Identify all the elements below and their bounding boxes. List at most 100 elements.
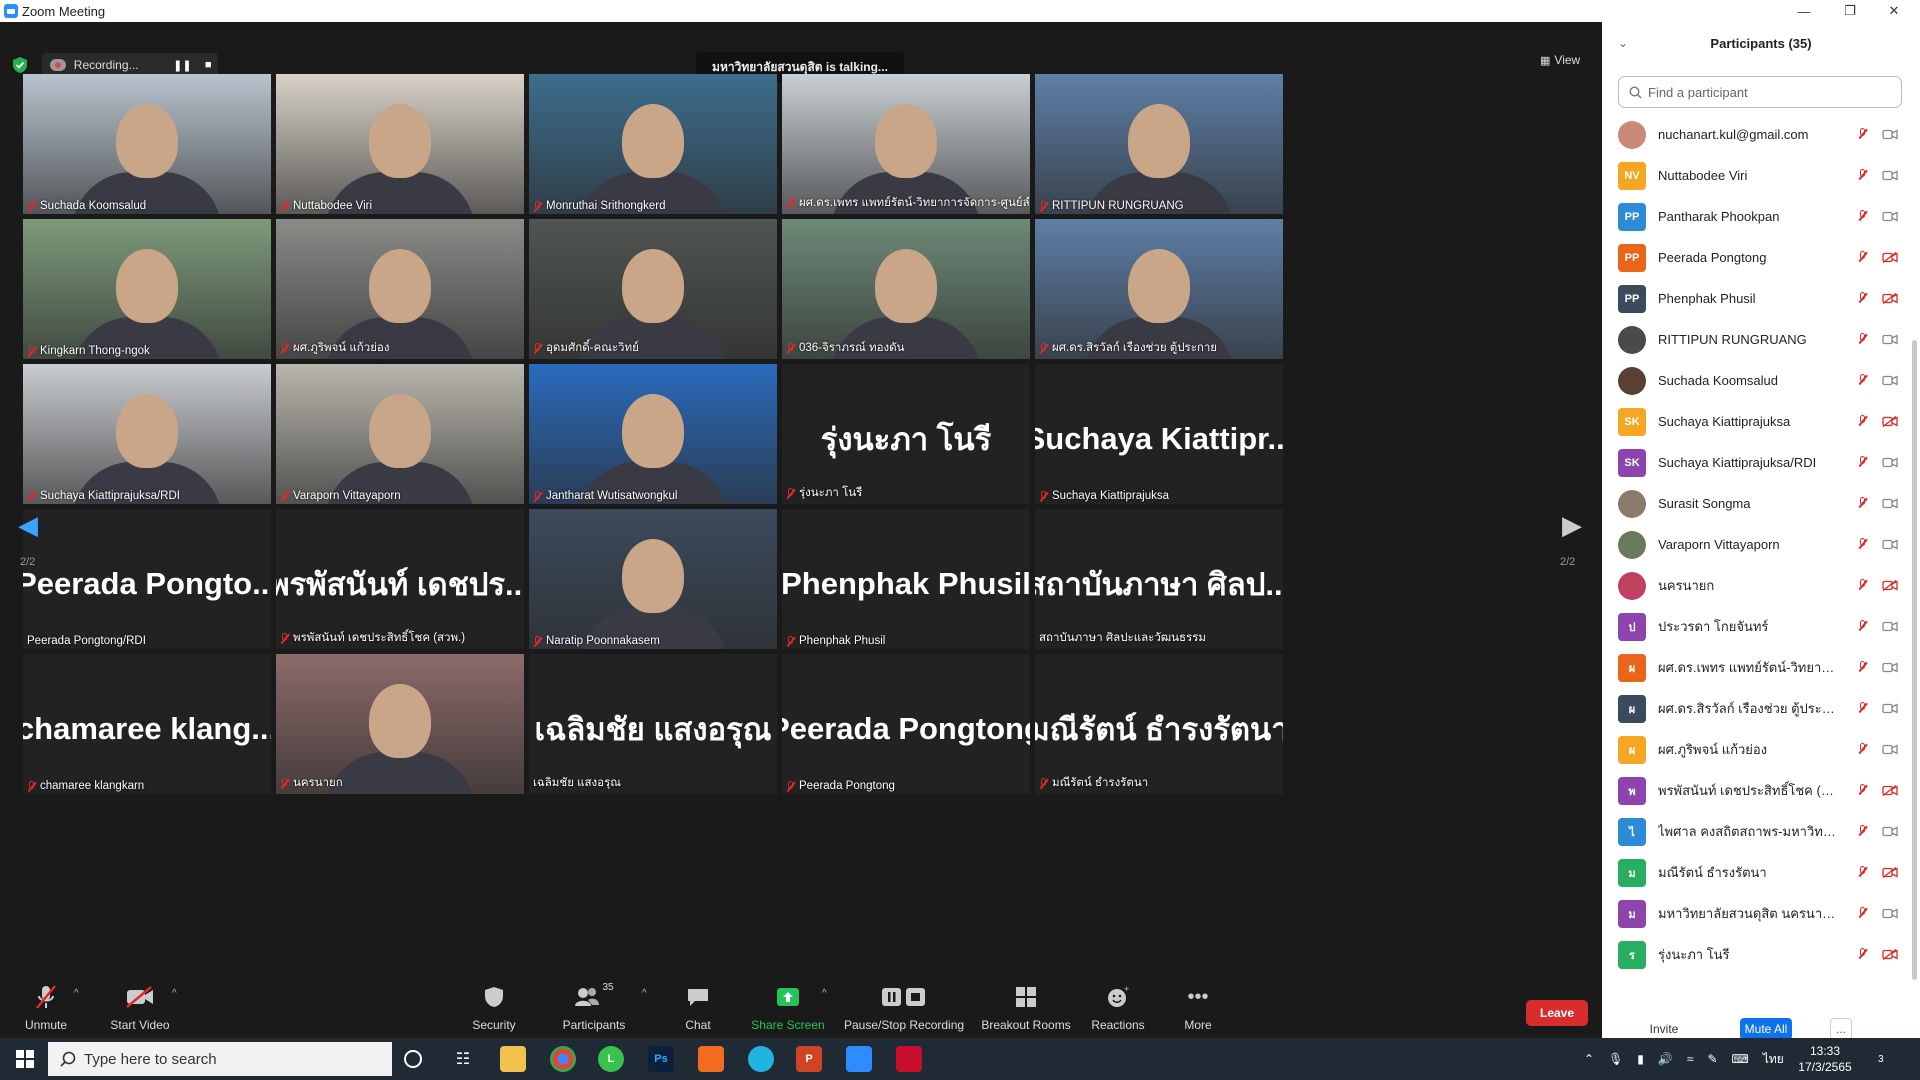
muted-mic-icon[interactable]	[1858, 333, 1867, 344]
tray-mic-icon[interactable]: 🎙	[1608, 1052, 1623, 1066]
participant-row[interactable]: ผ ผศ.ภูริพจน์ แก้วย่อง	[1618, 729, 1902, 770]
muted-mic-icon[interactable]	[1858, 497, 1867, 508]
participant-tile[interactable]: Suchaya Kiattipr... Suchaya Kiattiprajuks…	[1035, 364, 1283, 504]
muted-mic-icon[interactable]	[1858, 456, 1867, 467]
participant-tile[interactable]: Phenphak Phusil Phenphak Phusil	[782, 509, 1030, 649]
zoom-taskbar-icon[interactable]	[846, 1046, 872, 1072]
participants-caret-icon[interactable]: ^	[642, 988, 647, 999]
view-button[interactable]: ▦ View	[1540, 50, 1590, 70]
video-camera-icon[interactable]	[1882, 744, 1898, 755]
participant-tile[interactable]: Suchaya Kiattiprajuksa/RDI	[23, 364, 271, 504]
cortana-icon[interactable]	[404, 1050, 422, 1068]
participant-tile[interactable]: Nuttabodee Viri	[276, 74, 524, 214]
muted-mic-icon[interactable]	[1858, 579, 1867, 590]
photoshop-icon[interactable]: Ps	[648, 1046, 674, 1072]
leave-button[interactable]: Leave	[1526, 1000, 1588, 1026]
participant-tile[interactable]: เฉลิมชัย แสงอรุณ เฉลิมชัย แสงอรุณ	[529, 654, 777, 794]
keyboard-icon[interactable]: ⌨	[1732, 1052, 1749, 1066]
unmute-button[interactable]: Unmute	[18, 976, 74, 1038]
participant-row[interactable]: SK Suchaya Kiattiprajuksa	[1618, 401, 1902, 442]
participant-row[interactable]: ม มหาวิทยาลัยสวนดุสิต นครนายก	[1618, 893, 1902, 934]
muted-mic-icon[interactable]	[1858, 210, 1867, 221]
wifi-icon[interactable]: ≈	[1687, 1052, 1694, 1066]
video-camera-icon[interactable]	[1882, 375, 1898, 386]
participant-tile[interactable]: ผศ.ภูริพจน์ แก้วย่อง	[276, 219, 524, 359]
pause-recording-icon[interactable]: ❚❚	[173, 55, 193, 75]
task-view-icon[interactable]: ☷	[450, 1046, 476, 1072]
muted-mic-icon[interactable]	[1858, 661, 1867, 672]
more-button[interactable]: ••• More	[1178, 976, 1218, 1038]
muted-mic-icon[interactable]	[1858, 702, 1867, 713]
muted-mic-icon[interactable]	[1858, 784, 1867, 795]
video-camera-icon[interactable]	[1882, 703, 1898, 714]
participant-tile[interactable]: Peerada Pongto... Peerada Pongtong/RDI	[23, 509, 271, 649]
participant-row[interactable]: Suchada Koomsalud	[1618, 360, 1902, 401]
participant-tile[interactable]: สถาบันภาษา ศิลป... สถาบันภาษา ศิลปะและวัฒ…	[1035, 509, 1283, 649]
taskbar-search-input[interactable]: Type here to search	[48, 1042, 392, 1076]
participant-row[interactable]: นครนายก	[1618, 565, 1902, 606]
participant-tile[interactable]: อุดมศักดิ์-คณะวิทย์	[529, 219, 777, 359]
participant-row[interactable]: PP Peerada Pongtong	[1618, 237, 1902, 278]
battery-icon[interactable]: ▮	[1637, 1052, 1644, 1066]
pause-stop-recording-button[interactable]: Pause/Stop Recording	[844, 976, 964, 1038]
muted-mic-icon[interactable]	[1858, 169, 1867, 180]
volume-icon[interactable]: 🔊	[1658, 1052, 1673, 1066]
tray-chevron-icon[interactable]: ⌃	[1584, 1052, 1594, 1066]
video-camera-icon[interactable]	[1882, 621, 1898, 632]
video-camera-icon[interactable]	[1882, 908, 1898, 919]
acrobat-icon[interactable]	[896, 1046, 922, 1072]
participant-row[interactable]: ม มณีรัตน์ ธำรงรัตนา	[1618, 852, 1902, 893]
video-camera-icon[interactable]	[1882, 826, 1898, 837]
video-camera-icon[interactable]	[1882, 498, 1898, 509]
stop-recording-icon[interactable]: ■	[198, 55, 218, 75]
muted-mic-icon[interactable]	[1858, 374, 1867, 385]
participant-search-input[interactable]: Find a participant	[1618, 76, 1902, 108]
video-off-icon[interactable]	[1882, 293, 1898, 304]
participant-row[interactable]: พ พรพัสนันท์ เดชประสิทธิ์โชค (สวพ.)	[1618, 770, 1902, 811]
mute-all-button[interactable]: Mute All	[1740, 1018, 1792, 1040]
participant-row[interactable]: PP Pantharak Phookpan	[1618, 196, 1902, 237]
share-screen-button[interactable]: Share Screen	[750, 976, 826, 1038]
participant-row[interactable]: SK Suchaya Kiattiprajuksa/RDI	[1618, 442, 1902, 483]
muted-mic-icon[interactable]	[1858, 948, 1867, 959]
file-explorer-icon[interactable]	[500, 1046, 526, 1072]
next-page-arrow-icon[interactable]: ▶	[1562, 510, 1582, 541]
input-language[interactable]: ไทย	[1763, 1050, 1784, 1069]
restore-icon[interactable]: ❐	[1830, 0, 1870, 22]
participant-row[interactable]: PP Phenphak Phusil	[1618, 278, 1902, 319]
participant-row[interactable]: ไ ไพศาล คงสถิตสถาพร-มหาวิทยาลัยส...	[1618, 811, 1902, 852]
participant-row[interactable]: ผ ผศ.ดร.สิรวัลก์ เรืองช่วย ตู้ประกาย	[1618, 688, 1902, 729]
reactions-button[interactable]: + Reactions	[1086, 976, 1150, 1038]
chrome-icon[interactable]	[550, 1046, 576, 1072]
participant-tile[interactable]: Monruthai Srithongkerd	[529, 74, 777, 214]
participant-tile[interactable]: มณีรัตน์ ธำรงรัตนา มณีรัตน์ ธำรงรัตนา	[1035, 654, 1283, 794]
video-camera-icon[interactable]	[1882, 457, 1898, 468]
video-off-icon[interactable]	[1882, 785, 1898, 796]
edge-icon[interactable]	[748, 1046, 774, 1072]
invite-button[interactable]: Invite	[1640, 1018, 1688, 1040]
muted-mic-icon[interactable]	[1858, 743, 1867, 754]
video-off-icon[interactable]	[1882, 580, 1898, 591]
encryption-shield-icon[interactable]	[12, 56, 28, 74]
muted-mic-icon[interactable]	[1858, 415, 1867, 426]
chat-button[interactable]: Chat	[676, 976, 720, 1038]
participant-row[interactable]: Surasit Songma	[1618, 483, 1902, 524]
muted-mic-icon[interactable]	[1858, 825, 1867, 836]
previous-page-arrow-icon[interactable]: ◀	[18, 510, 38, 541]
video-camera-icon[interactable]	[1882, 334, 1898, 345]
breakout-rooms-button[interactable]: Breakout Rooms	[980, 976, 1072, 1038]
muted-mic-icon[interactable]	[1858, 620, 1867, 631]
participant-tile[interactable]: พรพัสนันท์ เดชปร... พรพัสนันท์ เดชประสิทธ…	[276, 509, 524, 649]
start-video-button[interactable]: Start Video	[104, 976, 176, 1038]
line-app-icon[interactable]: L	[598, 1046, 624, 1072]
participant-tile[interactable]: ผศ.ดร.สิรวัลก์ เรืองช่วย ตู้ประกาย	[1035, 219, 1283, 359]
video-camera-icon[interactable]	[1882, 539, 1898, 550]
notification-center-icon[interactable]: 3	[1878, 1038, 1884, 1080]
video-off-icon[interactable]	[1882, 867, 1898, 878]
participant-tile[interactable]: นครนายก	[276, 654, 524, 794]
participant-tile[interactable]: chamaree klang... chamaree klangkarn	[23, 654, 271, 794]
video-off-icon[interactable]	[1882, 252, 1898, 263]
video-off-icon[interactable]	[1882, 416, 1898, 427]
muted-mic-icon[interactable]	[1858, 128, 1867, 139]
video-camera-icon[interactable]	[1882, 129, 1898, 140]
